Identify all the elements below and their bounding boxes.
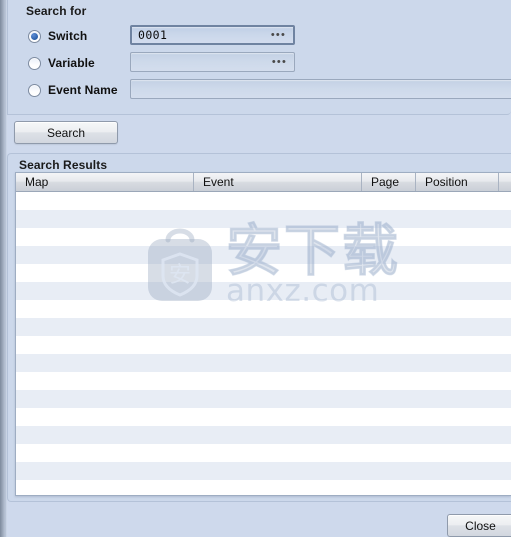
search-results-title: Search Results (19, 158, 108, 172)
switch-input-value: 0001 (138, 28, 168, 42)
search-button[interactable]: Search (14, 121, 118, 144)
table-row[interactable] (16, 192, 511, 210)
table-row[interactable] (16, 480, 511, 495)
table-row[interactable] (16, 246, 511, 264)
event-name-input[interactable] (130, 79, 511, 99)
search-for-group: Search for Switch Variable Event Name 00… (7, 0, 511, 115)
variable-browse-icon[interactable]: ••• (272, 57, 287, 68)
frame-inner-line (5, 0, 6, 537)
radio-event-name[interactable] (28, 83, 41, 97)
table-row[interactable] (16, 408, 511, 426)
switch-input[interactable]: 0001 ••• (130, 25, 295, 45)
table-row[interactable] (16, 426, 511, 444)
radio-variable[interactable] (28, 56, 41, 70)
table-row[interactable] (16, 390, 511, 408)
radio-label-event-name: Event Name (48, 83, 118, 97)
radio-row-variable[interactable]: Variable (28, 52, 95, 74)
variable-input[interactable]: ••• (130, 52, 295, 72)
table-row[interactable] (16, 300, 511, 318)
table-row[interactable] (16, 336, 511, 354)
table-header-row: Map Event Page Position (16, 173, 511, 192)
table-row[interactable] (16, 372, 511, 390)
table-row[interactable] (16, 228, 511, 246)
table-row[interactable] (16, 354, 511, 372)
radio-row-switch[interactable]: Switch (28, 25, 87, 47)
radio-label-switch: Switch (48, 29, 88, 43)
table-row[interactable] (16, 282, 511, 300)
table-row[interactable] (16, 462, 511, 480)
column-header-event[interactable]: Event (194, 173, 362, 191)
search-for-title: Search for (26, 4, 87, 18)
window-frame-edge (0, 0, 7, 537)
column-header-map[interactable]: Map (16, 173, 194, 191)
radio-row-event-name[interactable]: Event Name (28, 79, 118, 101)
table-row[interactable] (16, 210, 511, 228)
table-row[interactable] (16, 264, 511, 282)
table-row[interactable] (16, 444, 511, 462)
table-row[interactable] (16, 318, 511, 336)
search-results-table: Map Event Page Position 安 安下载 anxz.com (15, 172, 511, 496)
table-body[interactable] (16, 192, 511, 495)
close-button[interactable]: Close (447, 514, 511, 537)
column-header-position[interactable]: Position (416, 173, 499, 191)
dialog-footer: Close (7, 502, 511, 537)
switch-browse-icon[interactable]: ••• (271, 30, 286, 41)
radio-label-variable: Variable (48, 56, 95, 70)
column-header-filler (499, 173, 511, 191)
radio-switch[interactable] (28, 29, 41, 43)
column-header-page[interactable]: Page (362, 173, 416, 191)
